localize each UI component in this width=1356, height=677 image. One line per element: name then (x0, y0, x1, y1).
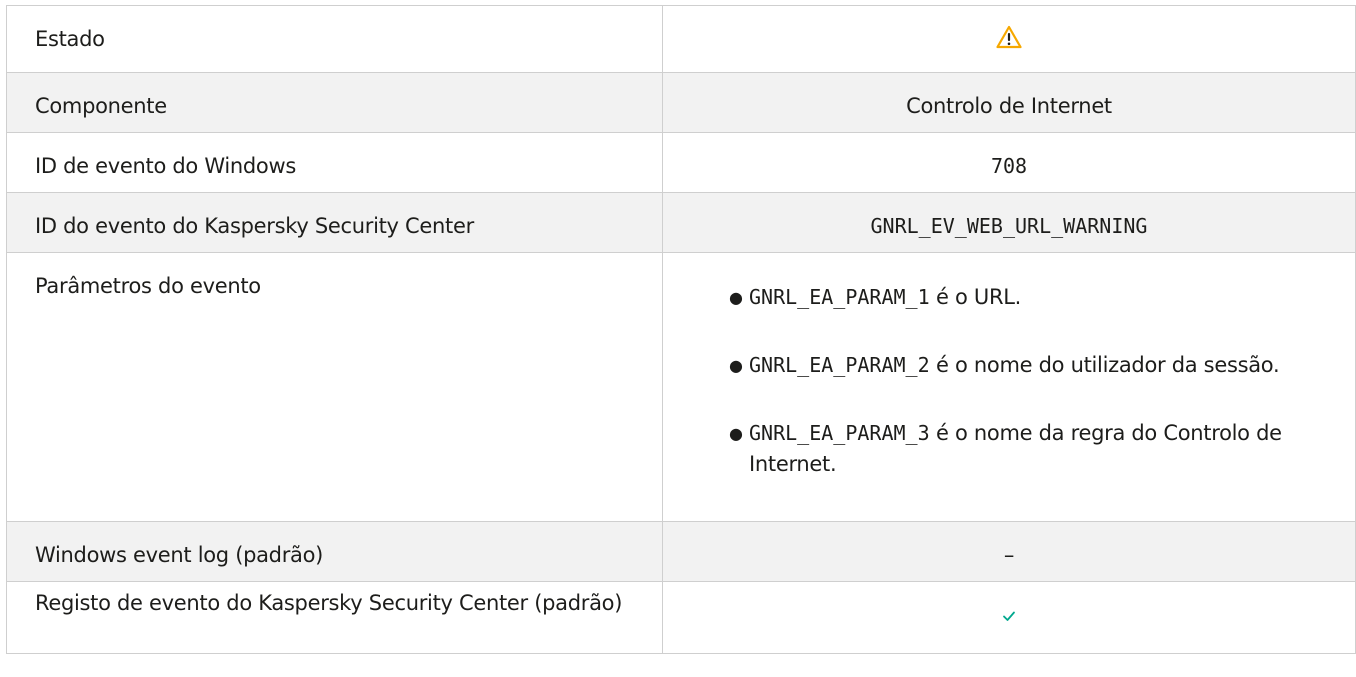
row-label-windows-event-log: Windows event log (padrão) (6, 521, 663, 582)
row-value-windows-event-id: 708 (662, 132, 1356, 193)
list-item: ● GNRL_EA_PARAM_1 é o URL. (729, 282, 1315, 313)
list-item: ● GNRL_EA_PARAM_3 é o nome da regra do C… (729, 418, 1315, 480)
table-row-estado: Estado (6, 5, 1356, 73)
row-label-componente: Componente (6, 72, 663, 133)
param-code: GNRL_EA_PARAM_3 (749, 421, 930, 445)
event-details-table: Estado Componente Controlo de Internet I… (6, 5, 1356, 654)
row-value-windows-event-log: – (662, 521, 1356, 582)
bullet-icon: ● (729, 356, 743, 375)
checkmark-icon (1003, 611, 1015, 621)
table-row-windows-event-log: Windows event log (padrão) – (6, 521, 1356, 582)
bullet-icon: ● (729, 424, 743, 443)
table-row-windows-event-id: ID de evento do Windows 708 (6, 132, 1356, 193)
row-label-event-parameters: Parâmetros do evento (6, 252, 663, 522)
row-label-ksc-event-log: Registo de evento do Kaspersky Security … (6, 581, 663, 654)
table-row-ksc-event-id: ID do evento do Kaspersky Security Cente… (6, 192, 1356, 253)
param-description: é o URL. (929, 285, 1022, 309)
table-row-ksc-event-log: Registo de evento do Kaspersky Security … (6, 581, 1356, 654)
row-value-ksc-event-log (662, 581, 1356, 654)
bullet-icon: ● (729, 288, 743, 307)
row-value-componente: Controlo de Internet (662, 72, 1356, 133)
table-row-componente: Componente Controlo de Internet (6, 72, 1356, 133)
row-label-windows-event-id: ID de evento do Windows (6, 132, 663, 193)
row-value-ksc-event-id: GNRL_EV_WEB_URL_WARNING (662, 192, 1356, 253)
param-code: GNRL_EA_PARAM_1 (749, 285, 930, 309)
warning-icon (996, 25, 1022, 49)
row-value-event-parameters: ● GNRL_EA_PARAM_1 é o URL. ● GNRL_EA_PAR… (662, 252, 1356, 522)
row-label-estado: Estado (6, 5, 663, 73)
row-label-ksc-event-id: ID do evento do Kaspersky Security Cente… (6, 192, 663, 253)
param-description: é o nome do utilizador da sessão. (929, 353, 1280, 377)
param-code: GNRL_EA_PARAM_2 (749, 353, 930, 377)
parameter-list: ● GNRL_EA_PARAM_1 é o URL. ● GNRL_EA_PAR… (729, 282, 1315, 480)
row-value-estado (662, 5, 1356, 73)
list-item: ● GNRL_EA_PARAM_2 é o nome do utilizador… (729, 350, 1315, 381)
table-row-event-parameters: Parâmetros do evento ● GNRL_EA_PARAM_1 é… (6, 252, 1356, 522)
